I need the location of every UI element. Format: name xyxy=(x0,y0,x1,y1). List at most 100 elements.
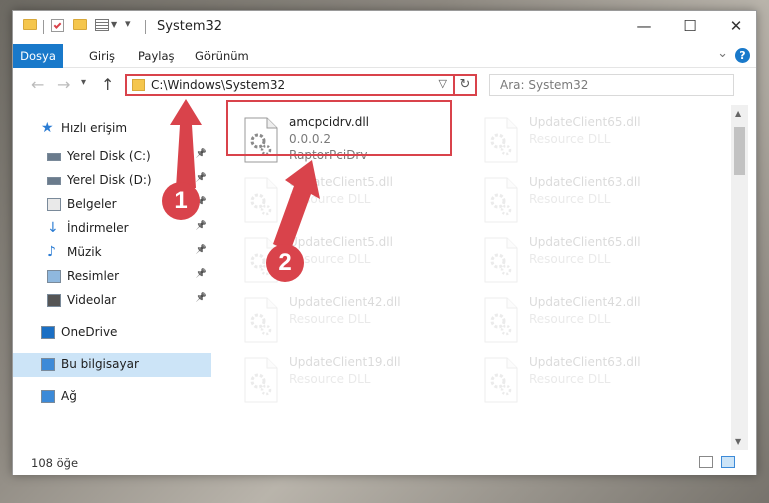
sidebar-item[interactable]: Ağ xyxy=(13,385,211,409)
new-folder-icon[interactable] xyxy=(73,19,87,30)
drive-icon xyxy=(47,177,61,185)
sidebar-item[interactable]: ♪ Müzik 📌 xyxy=(13,241,211,265)
tab-file[interactable]: Dosya xyxy=(13,44,63,68)
sidebar-item[interactable]: ★ Hızlı erişim xyxy=(13,117,211,141)
file-item[interactable]: UpdateClient5.dll Resource DLL xyxy=(237,173,467,231)
dll-file-icon xyxy=(244,177,278,223)
file-name: UpdateClient5.dll xyxy=(289,235,393,249)
pin-icon[interactable]: 📌 xyxy=(196,221,207,231)
customize-toolbar-icon[interactable]: ▾ xyxy=(125,17,131,30)
tab-home[interactable]: Giriş xyxy=(89,44,115,68)
drive-icon xyxy=(47,153,61,161)
pin-icon[interactable]: 📌 xyxy=(196,245,207,255)
sidebar-item[interactable]: Yerel Disk (C:) 📌 xyxy=(13,145,211,169)
sidebar-item-label: Hızlı erişim xyxy=(61,121,128,135)
dll-file-icon xyxy=(484,357,518,403)
minimize-button[interactable]: — xyxy=(621,11,667,41)
close-button[interactable]: ✕ xyxy=(713,11,759,41)
recent-locations-icon[interactable]: ▾ xyxy=(81,77,86,88)
expand-ribbon-icon[interactable]: ⌄ xyxy=(717,46,728,61)
dll-file-icon xyxy=(484,117,518,163)
downloads-icon: ↓ xyxy=(47,220,59,236)
chevron-down-icon[interactable]: ▼ xyxy=(111,20,117,29)
sidebar-item-label: Belgeler xyxy=(67,197,117,211)
dll-file-icon xyxy=(244,297,278,343)
address-bar[interactable]: C:\Windows\System32 ▽ ↻ xyxy=(125,74,477,96)
item-count: 108 öğe xyxy=(31,456,79,470)
file-item[interactable]: UpdateClient65.dll Resource DLL xyxy=(477,233,707,291)
up-arrow-icon[interactable]: ↑ xyxy=(101,75,114,94)
pin-icon[interactable]: 📌 xyxy=(196,293,207,303)
back-arrow-icon[interactable]: ← xyxy=(31,75,44,94)
computer-icon xyxy=(41,358,55,371)
vertical-scrollbar[interactable]: ▲ ▼ xyxy=(731,105,748,450)
pin-icon[interactable]: 📌 xyxy=(196,173,207,183)
view-icon[interactable] xyxy=(95,19,109,31)
documents-icon xyxy=(47,198,61,211)
videos-icon xyxy=(47,294,61,307)
step-2-badge: 2 xyxy=(266,244,304,282)
file-description: Resource DLL xyxy=(529,372,611,386)
maximize-button[interactable]: ☐ xyxy=(667,11,713,41)
sidebar-item-label: OneDrive xyxy=(61,325,118,339)
properties-icon[interactable] xyxy=(51,19,64,32)
file-item[interactable]: UpdateClient63.dll Resource DLL xyxy=(477,173,707,231)
sidebar-item-label: Bu bilgisayar xyxy=(61,357,139,371)
sidebar-item[interactable]: Videolar 📌 xyxy=(13,289,211,313)
divider xyxy=(43,20,44,34)
file-item[interactable]: UpdateClient65.dll Resource DLL xyxy=(477,113,707,171)
file-item[interactable]: UpdateClient19.dll Resource DLL xyxy=(237,353,467,411)
sidebar-item[interactable]: ↓ İndirmeler 📌 xyxy=(13,217,211,241)
tab-share[interactable]: Paylaş xyxy=(138,44,175,68)
file-name: UpdateClient5.dll xyxy=(289,175,393,189)
file-description: Resource DLL xyxy=(289,312,371,326)
file-name: UpdateClient63.dll xyxy=(529,175,641,189)
file-description: Resource DLL xyxy=(529,252,611,266)
music-icon: ♪ xyxy=(47,244,56,260)
sidebar-item[interactable]: Bu bilgisayar xyxy=(13,353,211,377)
scroll-thumb[interactable] xyxy=(734,127,745,175)
onedrive-icon xyxy=(41,326,55,339)
file-name: UpdateClient42.dll xyxy=(529,295,641,309)
file-item[interactable]: UpdateClient63.dll Resource DLL xyxy=(477,353,707,411)
file-description: Resource DLL xyxy=(289,372,371,386)
file-item[interactable]: UpdateClient42.dll Resource DLL xyxy=(237,293,467,351)
scroll-up-icon[interactable]: ▲ xyxy=(735,109,741,118)
pin-icon[interactable]: 📌 xyxy=(196,269,207,279)
file-description: Resource DLL xyxy=(529,192,611,206)
star-icon: ★ xyxy=(41,120,54,136)
file-name: UpdateClient63.dll xyxy=(529,355,641,369)
explorer-window: ▼ ▾ System32 — ☐ ✕ Dosya Giriş Paylaş Gö… xyxy=(12,10,757,475)
tiles-view-icon[interactable] xyxy=(721,456,735,468)
dll-file-icon xyxy=(484,177,518,223)
file-name: UpdateClient19.dll xyxy=(289,355,401,369)
pin-icon[interactable]: 📌 xyxy=(196,149,207,159)
scroll-down-icon[interactable]: ▼ xyxy=(735,437,741,446)
dll-file-icon xyxy=(484,297,518,343)
file-list: amcpcidrv.dll 0.0.0.2 RaptorPciDrv UpdateCl… xyxy=(223,105,743,450)
folder-icon xyxy=(132,79,145,91)
file-description: Resource DLL xyxy=(529,132,611,146)
search-placeholder: Ara: System32 xyxy=(500,78,589,92)
sidebar-item-label: Yerel Disk (C:) xyxy=(67,149,151,163)
refresh-icon[interactable]: ↻ xyxy=(453,74,475,96)
sidebar-item[interactable]: OneDrive xyxy=(13,321,211,345)
search-input[interactable]: Ara: System32 xyxy=(489,74,734,96)
details-view-icon[interactable] xyxy=(699,456,713,468)
forward-arrow-icon[interactable]: → xyxy=(57,75,70,94)
sidebar-item-label: Yerel Disk (D:) xyxy=(67,173,152,187)
navigation-bar: ← → ▾ ↑ C:\Windows\System32 ▽ ↻ Ara: Sys… xyxy=(13,69,756,103)
status-bar: 108 öğe xyxy=(13,451,756,475)
file-item[interactable]: UpdateClient42.dll Resource DLL xyxy=(477,293,707,351)
network-icon xyxy=(41,390,55,403)
file-name: UpdateClient65.dll xyxy=(529,115,641,129)
chevron-down-icon[interactable]: ▽ xyxy=(439,77,447,90)
tab-view[interactable]: Görünüm xyxy=(195,44,249,68)
sidebar-item-label: Videolar xyxy=(67,293,117,307)
sidebar-item[interactable]: Resimler 📌 xyxy=(13,265,211,289)
address-text[interactable]: C:\Windows\System32 xyxy=(151,78,285,92)
help-icon[interactable]: ? xyxy=(735,48,750,63)
window-title: System32 xyxy=(157,19,223,34)
divider xyxy=(145,20,146,34)
ribbon-tabs: Dosya Giriş Paylaş Görünüm ⌄ ? xyxy=(13,44,756,68)
